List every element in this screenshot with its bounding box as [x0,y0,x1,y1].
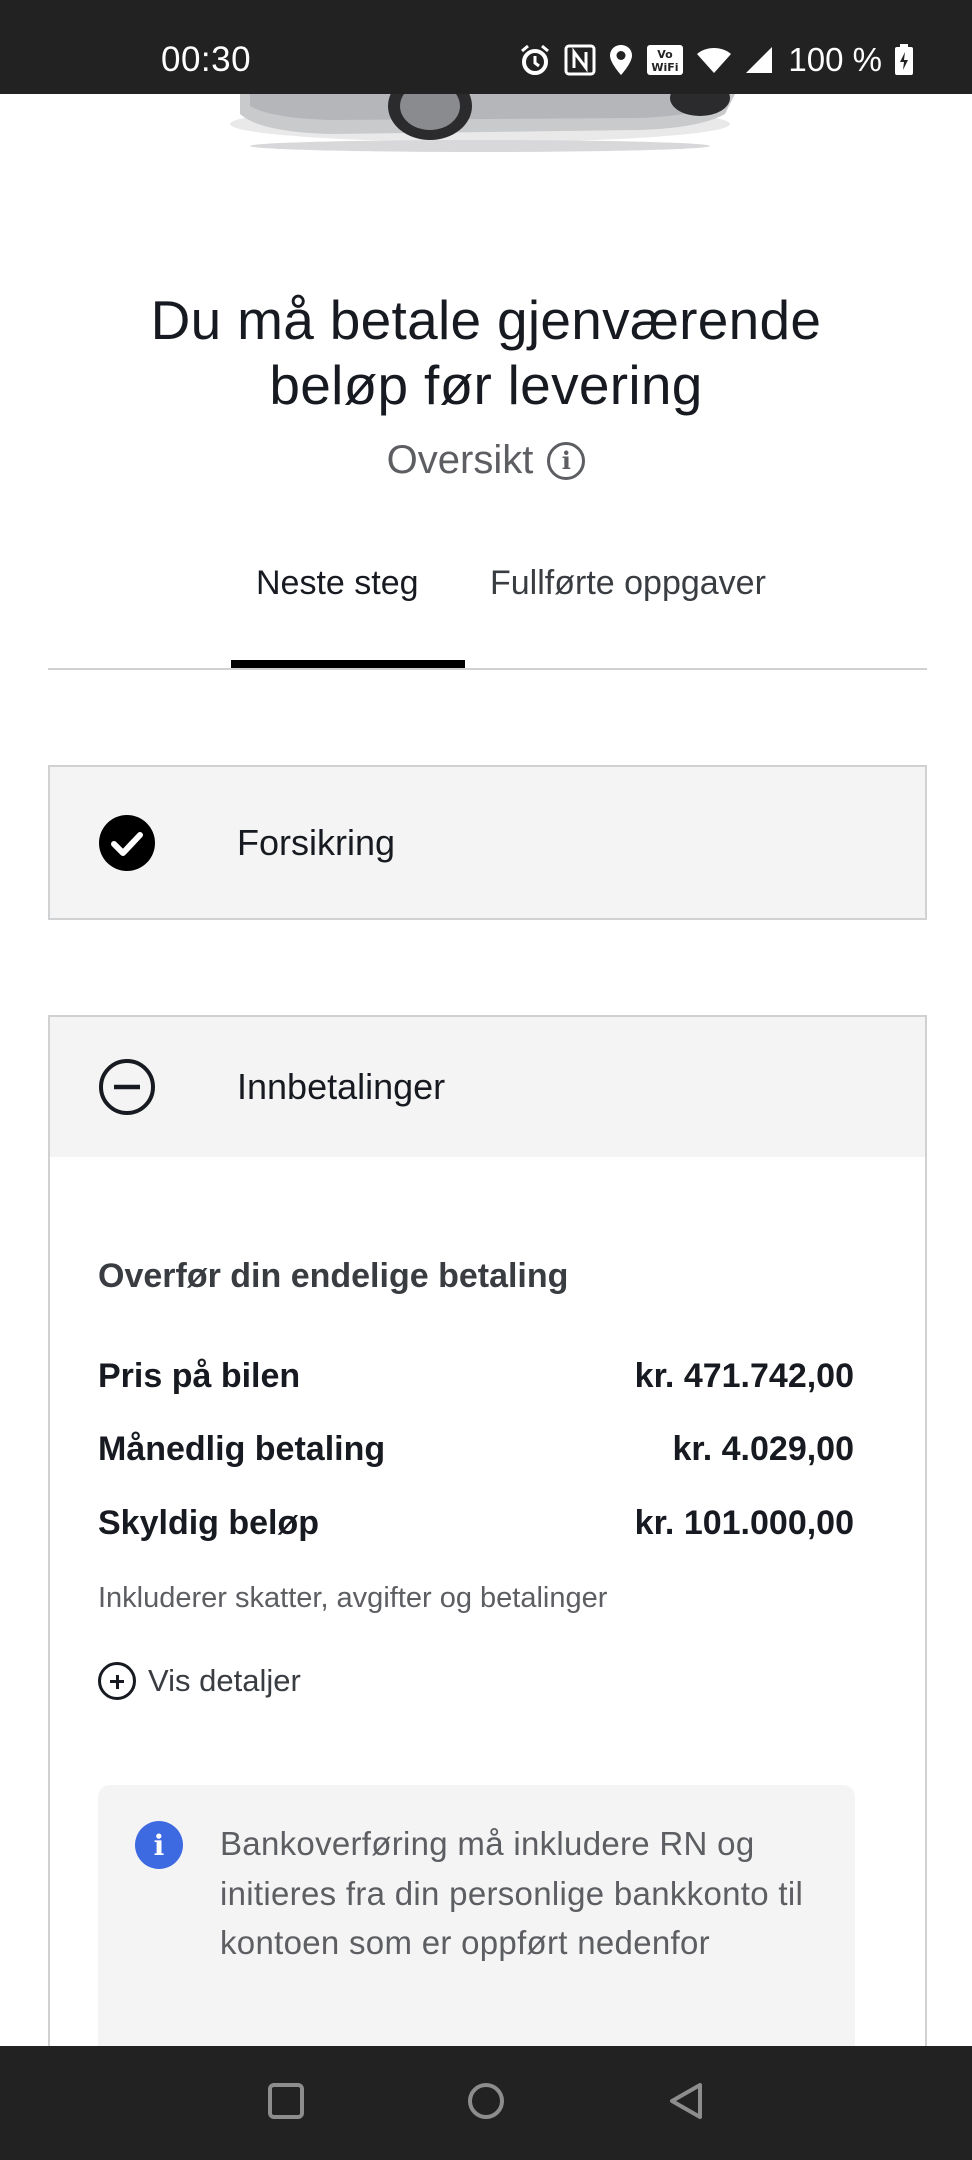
car-image [0,94,972,154]
row-label: Pris på bilen [98,1357,301,1395]
monthly-payment-row: Månedlig betaling kr. 4.029,00 [98,1430,854,1469]
row-value: kr. 4.029,00 [672,1430,854,1468]
insurance-title: Forsikring [237,821,396,863]
payments-title: Innbetalinger [237,1066,446,1107]
row-value: kr. 471.742,00 [634,1357,854,1395]
location-icon [608,43,634,77]
system-nav-bar [0,2046,972,2160]
amount-due-row: Skyldig beløp kr. 101.000,00 [98,1504,854,1543]
wifi-icon [696,45,732,75]
info-icon[interactable]: i [547,441,586,480]
page-title: Du må betale gjenværende beløp før lever… [0,288,972,418]
price-row: Pris på bilen kr. 471.742,00 [98,1357,854,1396]
row-value: kr. 101.000,00 [634,1504,854,1542]
nfc-icon [564,44,596,76]
plus-circle-icon [98,1662,136,1700]
status-icons: Vo WiFi 100 % [518,40,914,80]
row-label: Skyldig beløp [98,1504,320,1542]
payments-card: Innbetalinger Overfør din endelige betal… [48,1015,927,2160]
tab-bar: Neste steg Fullførte oppgaver [48,548,927,670]
row-label: Månedlig betaling [98,1430,386,1468]
circle-icon [466,2081,506,2126]
insurance-header[interactable]: Forsikring [50,767,925,918]
active-tab-indicator [231,660,465,668]
home-button[interactable] [426,2046,546,2160]
svg-text:Vo: Vo [658,48,674,61]
back-button[interactable] [626,2046,746,2160]
square-icon [266,2081,306,2126]
signal-icon [744,45,774,75]
includes-note: Inkluderer skatter, avgifter og betaling… [98,1582,608,1614]
vowifi-icon: Vo WiFi [646,44,684,76]
svg-text:WiFi: WiFi [652,61,679,74]
overview-label: Oversikt [386,438,534,482]
collapse-minus-icon[interactable] [98,1058,156,1116]
tab-next-steps[interactable]: Neste steg [256,564,419,603]
bank-transfer-info: i Bankoverføring må inkludere RN og init… [98,1785,855,2057]
payments-header[interactable]: Innbetalinger [50,1017,925,1157]
status-bar: 00:30 Vo WiFi 100 % [0,0,972,94]
battery-charging-icon [894,44,914,76]
page-title-line1: Du må betale gjenværende [150,289,822,351]
insurance-card: Forsikring [48,765,927,920]
tab-completed-tasks[interactable]: Fullførte oppgaver [490,564,766,603]
info-filled-icon: i [135,1821,183,1869]
final-payment-title: Overfør din endelige betaling [98,1257,569,1295]
show-details-label: Vis detaljer [148,1663,301,1698]
recents-button[interactable] [226,2046,346,2160]
triangle-back-icon [666,2081,706,2126]
battery-percent: 100 % [788,41,882,78]
page-title-line2: beløp før levering [269,354,703,416]
overview[interactable]: Oversikt i [0,438,972,483]
bank-transfer-text: Bankoverføring må inkludere RN og initie… [220,1825,804,1961]
status-time: 00:30 [161,40,252,79]
alarm-icon [518,43,552,77]
checkmark-circle-icon [98,814,156,872]
show-details-button[interactable]: Vis detaljer [98,1662,301,1700]
